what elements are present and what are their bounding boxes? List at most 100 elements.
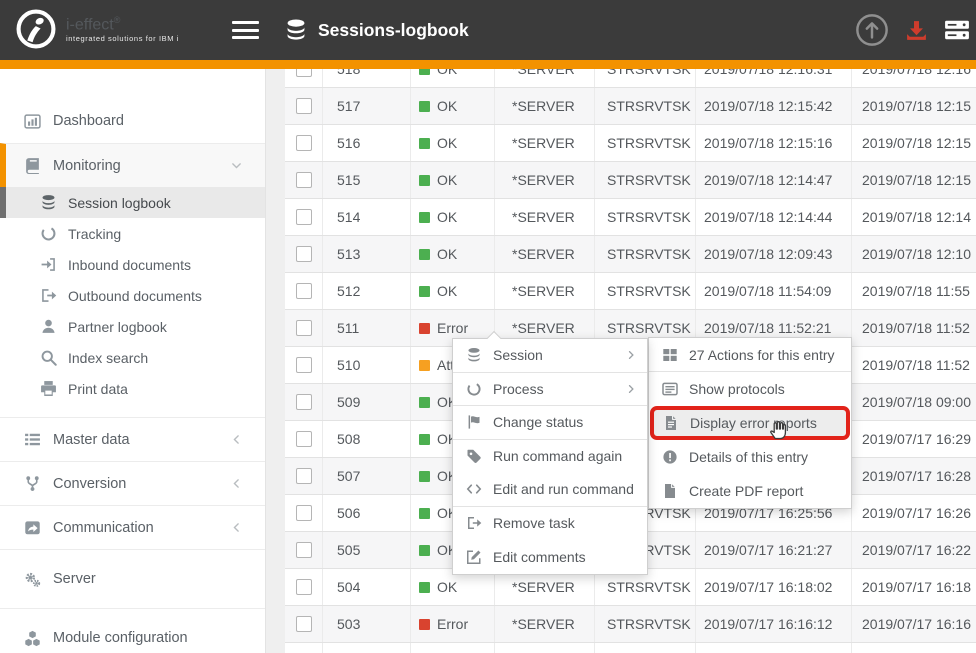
server-list-icon[interactable] bbox=[944, 17, 970, 43]
context-menu-item-label: Change status bbox=[493, 414, 583, 430]
sidebar-item[interactable]: Communication bbox=[0, 505, 265, 549]
table-row[interactable]: 515 OK *SERVER STRSRVTSK 2019/07/18 12:1… bbox=[285, 162, 976, 199]
listalt-icon bbox=[662, 381, 678, 397]
upload-circle-icon[interactable] bbox=[855, 13, 889, 47]
sidebar-item[interactable]: Dashboard bbox=[0, 99, 265, 143]
sidebar-item[interactable]: Master data bbox=[0, 417, 265, 461]
sidebar-item-label: Dashboard bbox=[53, 113, 124, 129]
page-title: Sessions-logbook bbox=[318, 20, 469, 41]
context-menu-item[interactable]: Remove task bbox=[453, 507, 647, 541]
status-indicator bbox=[419, 286, 430, 297]
row-checkbox[interactable] bbox=[296, 431, 312, 447]
row-checkbox[interactable] bbox=[296, 616, 312, 632]
right-icon bbox=[625, 349, 637, 361]
row-checkbox[interactable] bbox=[296, 69, 312, 77]
status-indicator bbox=[419, 212, 430, 223]
row-checkbox[interactable] bbox=[296, 135, 312, 151]
table-row[interactable]: 518 OK *SERVER STRSRVTSK 2019/07/18 12:1… bbox=[285, 69, 976, 88]
circle-icon bbox=[466, 381, 482, 397]
sidebar-item-label: Inbound documents bbox=[68, 257, 191, 273]
checkbox-cell bbox=[285, 162, 323, 198]
sidebar-item-label: Server bbox=[53, 571, 96, 587]
sidebar-item-label: Print data bbox=[68, 381, 128, 397]
row-checkbox[interactable] bbox=[296, 505, 312, 521]
flag-icon bbox=[466, 414, 482, 430]
sidebar-item[interactable]: Conversion bbox=[0, 461, 265, 505]
row-checkbox[interactable] bbox=[296, 394, 312, 410]
row-checkbox[interactable] bbox=[296, 579, 312, 595]
table-row[interactable] bbox=[285, 643, 976, 653]
end-time-cell: 2019/07/18 12:15 bbox=[852, 125, 976, 161]
table-row[interactable]: 514 OK *SERVER STRSRVTSK 2019/07/18 12:1… bbox=[285, 199, 976, 236]
command-cell: *SERVER bbox=[495, 199, 595, 235]
status-cell: OK bbox=[411, 125, 495, 161]
download-icon[interactable] bbox=[904, 18, 929, 43]
status-indicator bbox=[419, 471, 430, 482]
task-cell: STRSRVTSK bbox=[595, 199, 696, 235]
table-row[interactable]: 504 OK *SERVER STRSRVTSK 2019/07/17 16:1… bbox=[285, 569, 976, 606]
sidebar-item[interactable]: Outbound documents bbox=[0, 280, 265, 311]
submenu-item[interactable]: 27 Actions for this entry bbox=[649, 338, 851, 372]
row-checkbox[interactable] bbox=[296, 98, 312, 114]
end-time-cell: 2019/07/17 16:28 bbox=[852, 458, 976, 494]
submenu-item[interactable]: Display error reports bbox=[650, 406, 850, 440]
context-menu-item[interactable]: Change status bbox=[453, 406, 647, 440]
command-cell: *SERVER bbox=[495, 236, 595, 272]
session-id-cell: 509 bbox=[323, 384, 411, 420]
search-icon bbox=[40, 349, 57, 366]
table-row[interactable]: 516 OK *SERVER STRSRVTSK 2019/07/18 12:1… bbox=[285, 125, 976, 162]
row-checkbox[interactable] bbox=[296, 357, 312, 373]
end-time-cell: 2019/07/18 09:00 bbox=[852, 384, 976, 420]
start-time-cell: 2019/07/18 11:54:09 bbox=[696, 273, 852, 309]
sidebar-item-label: Index search bbox=[68, 350, 148, 366]
session-id-cell: 508 bbox=[323, 421, 411, 457]
submenu-item[interactable]: Create PDF report bbox=[649, 474, 851, 508]
start-time-cell: 2019/07/18 12:16:31 bbox=[696, 69, 852, 87]
status-label: OK bbox=[437, 209, 457, 225]
context-menu-item[interactable]: Run command again bbox=[453, 440, 647, 474]
sidebar-item[interactable]: Inbound documents bbox=[0, 249, 265, 280]
sidebar-item[interactable]: Index search bbox=[0, 342, 265, 373]
menu-toggle-icon[interactable] bbox=[232, 21, 259, 39]
sidebar-item[interactable]: Session logbook bbox=[0, 187, 265, 218]
end-time-cell: 2019/07/18 12:14 bbox=[852, 199, 976, 235]
chart-icon bbox=[24, 113, 41, 130]
context-menu-item[interactable]: Edit and run command bbox=[453, 473, 647, 507]
row-checkbox[interactable] bbox=[296, 542, 312, 558]
context-menu-item[interactable]: Session bbox=[453, 339, 647, 373]
context-menu-item[interactable]: Edit comments bbox=[453, 540, 647, 574]
row-checkbox[interactable] bbox=[296, 172, 312, 188]
table-row[interactable]: 512 OK *SERVER STRSRVTSK 2019/07/18 11:5… bbox=[285, 273, 976, 310]
sidebar-item[interactable]: Print data bbox=[0, 373, 265, 404]
table-row[interactable]: 503 Error *SERVER STRSRVTSK 2019/07/17 1… bbox=[285, 606, 976, 643]
user-icon bbox=[40, 318, 57, 335]
row-checkbox[interactable] bbox=[296, 320, 312, 336]
end-time-cell: 2019/07/17 16:16 bbox=[852, 606, 976, 642]
brand-logo[interactable]: i-effect® integrated solutions for IBM i bbox=[14, 7, 179, 51]
table-row[interactable]: 517 OK *SERVER STRSRVTSK 2019/07/18 12:1… bbox=[285, 88, 976, 125]
session-id-cell: 517 bbox=[323, 88, 411, 124]
sidebar-item[interactable]: Monitoring bbox=[0, 143, 265, 187]
context-menu-item[interactable]: Process bbox=[453, 373, 647, 407]
submenu-item[interactable]: Details of this entry bbox=[649, 440, 851, 474]
status-cell: Error bbox=[411, 606, 495, 642]
submenu-item-label: 27 Actions for this entry bbox=[689, 347, 835, 363]
accent-bar bbox=[0, 60, 976, 69]
sidebar-item[interactable]: Tracking bbox=[0, 218, 265, 249]
submenu-item[interactable]: Show protocols bbox=[649, 372, 851, 406]
status-label: Error bbox=[437, 616, 468, 632]
app-window: i-effect® integrated solutions for IBM i… bbox=[0, 0, 976, 653]
row-checkbox[interactable] bbox=[296, 468, 312, 484]
row-checkbox[interactable] bbox=[296, 283, 312, 299]
sidebar-item[interactable]: Server bbox=[0, 549, 265, 608]
checkbox-cell bbox=[285, 384, 323, 420]
context-menu-item-label: Process bbox=[493, 381, 544, 397]
sidebar-item[interactable]: Partner logbook bbox=[0, 311, 265, 342]
row-checkbox[interactable] bbox=[296, 246, 312, 262]
checkbox-cell bbox=[285, 310, 323, 346]
database-icon bbox=[466, 347, 482, 363]
session-id-cell: 510 bbox=[323, 347, 411, 383]
row-checkbox[interactable] bbox=[296, 209, 312, 225]
sidebar-item[interactable]: Module configuration bbox=[0, 608, 265, 653]
table-row[interactable]: 513 OK *SERVER STRSRVTSK 2019/07/18 12:0… bbox=[285, 236, 976, 273]
